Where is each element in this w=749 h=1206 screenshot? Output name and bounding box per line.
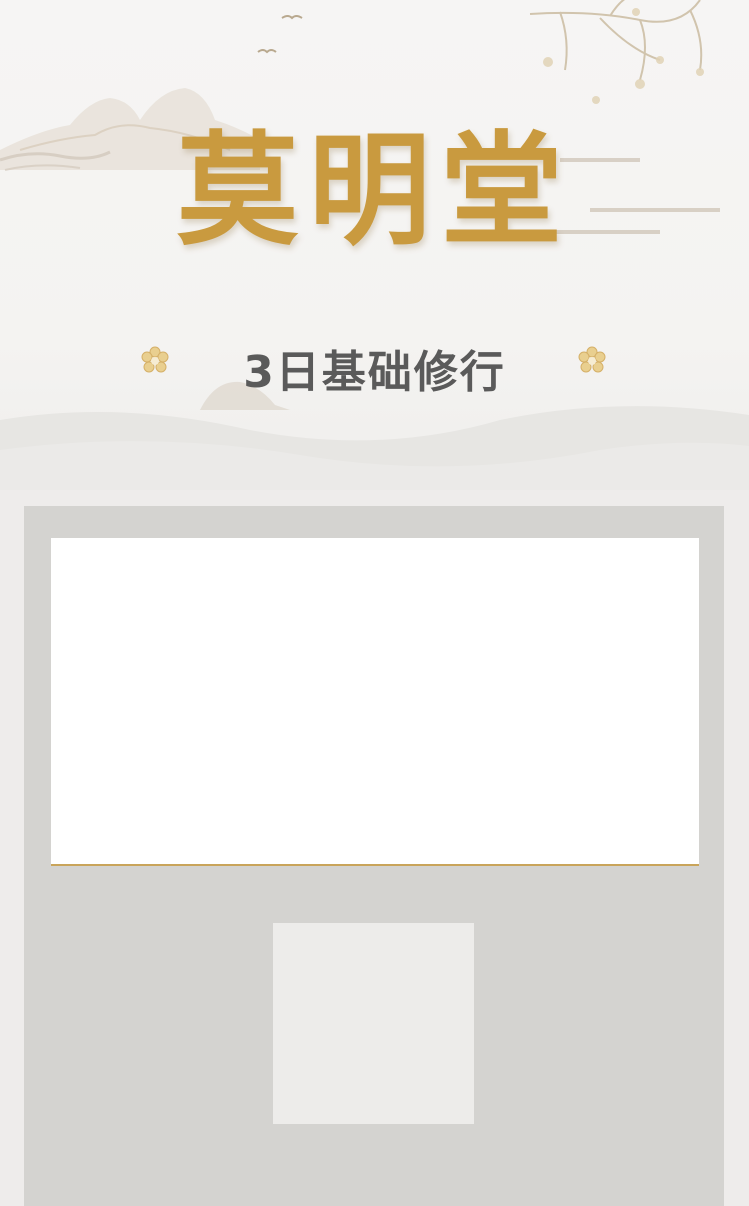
subtitle-row: 3日基础修行 bbox=[0, 332, 749, 398]
page-title: 莫明堂 bbox=[176, 120, 573, 262]
card-perforated-edge bbox=[51, 536, 699, 542]
page-subtitle: 3日基础修行 bbox=[243, 347, 506, 398]
content-panel bbox=[24, 506, 724, 1206]
image-placeholder[interactable] bbox=[273, 923, 474, 1124]
content-card bbox=[51, 536, 699, 866]
flower-ornament-icon bbox=[578, 346, 606, 373]
header-banner: 莫明堂 3日基础修行 bbox=[0, 0, 749, 490]
